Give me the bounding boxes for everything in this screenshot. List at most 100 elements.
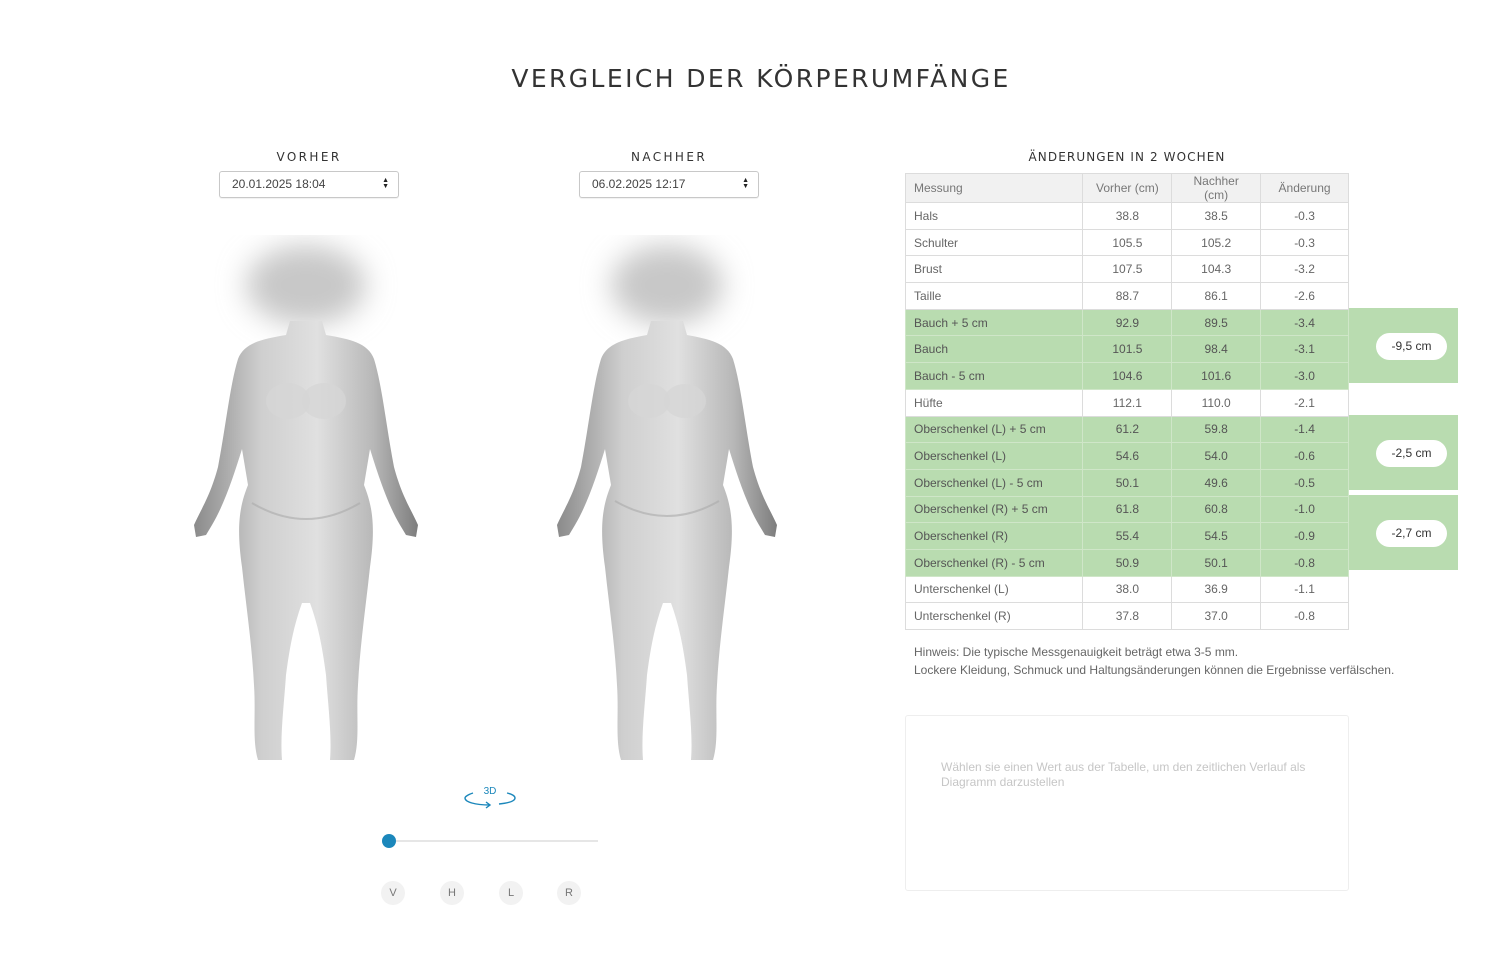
slider-thumb[interactable]	[382, 834, 396, 848]
cell-measurement[interactable]: Schulter	[904, 228, 1084, 257]
cell-measurement[interactable]: Unterschenkel (R)	[904, 602, 1084, 630]
cell-measurement[interactable]: Bauch - 5 cm	[904, 362, 1084, 390]
table-row[interactable]: Unterschenkel (L) 38.0 36.9 -1.1	[904, 575, 1349, 604]
cell-measurement[interactable]: Oberschenkel (R) + 5 cm	[904, 495, 1084, 524]
table-row[interactable]: Bauch - 5 cm 104.6 101.6 -3.0	[904, 362, 1349, 390]
cell-before[interactable]: 50.1	[1082, 468, 1173, 497]
table-row[interactable]: Bauch + 5 cm 92.9 89.5 -3.4	[904, 308, 1349, 337]
col-header-change[interactable]: Änderung	[1260, 173, 1349, 203]
table-row[interactable]: Unterschenkel (R) 37.8 37.0 -0.8	[904, 602, 1349, 630]
cell-before[interactable]: 112.1	[1082, 388, 1173, 417]
cell-change[interactable]: -0.6	[1260, 442, 1349, 470]
cell-change[interactable]: -0.8	[1260, 548, 1349, 577]
cell-measurement[interactable]: Hals	[904, 202, 1084, 230]
rotate-3d-label: 3D	[484, 786, 497, 797]
cell-change[interactable]: -2.1	[1260, 388, 1349, 417]
table-row[interactable]: Oberschenkel (L) + 5 cm 61.2 59.8 -1.4	[904, 415, 1349, 444]
cell-after[interactable]: 101.6	[1171, 362, 1262, 390]
cell-measurement[interactable]: Oberschenkel (R)	[904, 522, 1084, 550]
cell-measurement[interactable]: Oberschenkel (R) - 5 cm	[904, 548, 1084, 577]
after-body-model[interactable]	[551, 235, 783, 765]
cell-after[interactable]: 54.5	[1171, 522, 1262, 550]
view-button-front[interactable]: V	[381, 881, 405, 905]
table-row[interactable]: Brust 107.5 104.3 -3.2	[904, 255, 1349, 284]
cell-before[interactable]: 55.4	[1082, 522, 1173, 550]
cell-after[interactable]: 54.0	[1171, 442, 1262, 470]
table-row[interactable]: Oberschenkel (L) - 5 cm 50.1 49.6 -0.5	[904, 468, 1349, 497]
cell-before[interactable]: 38.0	[1082, 575, 1173, 604]
cell-measurement[interactable]: Unterschenkel (L)	[904, 575, 1084, 604]
cell-after[interactable]: 37.0	[1171, 602, 1262, 630]
cell-measurement[interactable]: Bauch + 5 cm	[904, 308, 1084, 337]
cell-before[interactable]: 107.5	[1082, 255, 1173, 284]
cell-after[interactable]: 38.5	[1171, 202, 1262, 230]
table-row[interactable]: Hüfte 112.1 110.0 -2.1	[904, 388, 1349, 417]
cell-after[interactable]: 105.2	[1171, 228, 1262, 257]
rotate-3d-icon[interactable]: 3D	[463, 783, 517, 809]
cell-change[interactable]: -0.9	[1260, 522, 1349, 550]
table-row[interactable]: Oberschenkel (R) + 5 cm 61.8 60.8 -1.0	[904, 495, 1349, 524]
cell-change[interactable]: -0.3	[1260, 202, 1349, 230]
view-button-right[interactable]: R	[557, 881, 581, 905]
after-date-select[interactable]: 06.02.2025 12:17 ▲ ▼	[579, 171, 759, 198]
cell-change[interactable]: -0.8	[1260, 602, 1349, 630]
after-column: NACHHER 06.02.2025 12:17 ▲ ▼	[579, 150, 759, 198]
cell-before[interactable]: 92.9	[1082, 308, 1173, 337]
cell-change[interactable]: -3.1	[1260, 335, 1349, 364]
cell-change[interactable]: -0.3	[1260, 228, 1349, 257]
table-row[interactable]: Oberschenkel (R) 55.4 54.5 -0.9	[904, 522, 1349, 550]
cell-before[interactable]: 105.5	[1082, 228, 1173, 257]
cell-change[interactable]: -3.0	[1260, 362, 1349, 390]
cell-measurement[interactable]: Oberschenkel (L) - 5 cm	[904, 468, 1084, 497]
view-button-back[interactable]: H	[440, 881, 464, 905]
rotation-slider[interactable]	[382, 833, 598, 849]
table-row[interactable]: Taille 88.7 86.1 -2.6	[904, 282, 1349, 310]
cell-before[interactable]: 38.8	[1082, 202, 1173, 230]
group-total-badge: -9,5 cm	[1376, 333, 1447, 360]
cell-measurement[interactable]: Oberschenkel (L) + 5 cm	[904, 415, 1084, 444]
select-arrows-icon: ▲ ▼	[382, 177, 389, 190]
cell-change[interactable]: -1.1	[1260, 575, 1349, 604]
cell-change[interactable]: -1.0	[1260, 495, 1349, 524]
cell-after[interactable]: 89.5	[1171, 308, 1262, 337]
cell-measurement[interactable]: Taille	[904, 282, 1084, 310]
cell-after[interactable]: 50.1	[1171, 548, 1262, 577]
table-row[interactable]: Bauch 101.5 98.4 -3.1	[904, 335, 1349, 364]
cell-after[interactable]: 59.8	[1171, 415, 1262, 444]
cell-change[interactable]: -3.4	[1260, 308, 1349, 337]
col-header-before[interactable]: Vorher (cm)	[1082, 173, 1173, 203]
table-row[interactable]: Oberschenkel (R) - 5 cm 50.9 50.1 -0.8	[904, 548, 1349, 577]
cell-before[interactable]: 61.2	[1082, 415, 1173, 444]
cell-change[interactable]: -1.4	[1260, 415, 1349, 444]
cell-after[interactable]: 49.6	[1171, 468, 1262, 497]
cell-after[interactable]: 98.4	[1171, 335, 1262, 364]
cell-before[interactable]: 104.6	[1082, 362, 1173, 390]
table-row[interactable]: Hals 38.8 38.5 -0.3	[904, 202, 1349, 230]
col-header-measurement[interactable]: Messung	[904, 173, 1084, 203]
cell-change[interactable]: -3.2	[1260, 255, 1349, 284]
cell-after[interactable]: 110.0	[1171, 388, 1262, 417]
cell-before[interactable]: 37.8	[1082, 602, 1173, 630]
cell-measurement[interactable]: Oberschenkel (L)	[904, 442, 1084, 470]
cell-change[interactable]: -2.6	[1260, 282, 1349, 310]
cell-before[interactable]: 61.8	[1082, 495, 1173, 524]
cell-before[interactable]: 101.5	[1082, 335, 1173, 364]
cell-after[interactable]: 104.3	[1171, 255, 1262, 284]
cell-before[interactable]: 50.9	[1082, 548, 1173, 577]
table-row[interactable]: Oberschenkel (L) 54.6 54.0 -0.6	[904, 442, 1349, 470]
cell-measurement[interactable]: Brust	[904, 255, 1084, 284]
cell-after[interactable]: 86.1	[1171, 282, 1262, 310]
cell-before[interactable]: 54.6	[1082, 442, 1173, 470]
cell-after[interactable]: 36.9	[1171, 575, 1262, 604]
before-body-model[interactable]	[190, 235, 422, 765]
cell-before[interactable]: 88.7	[1082, 282, 1173, 310]
select-arrows-icon: ▲ ▼	[742, 177, 749, 190]
cell-change[interactable]: -0.5	[1260, 468, 1349, 497]
cell-after[interactable]: 60.8	[1171, 495, 1262, 524]
col-header-after[interactable]: Nachher (cm)	[1171, 173, 1262, 203]
cell-measurement[interactable]: Bauch	[904, 335, 1084, 364]
view-button-left[interactable]: L	[499, 881, 523, 905]
before-date-select[interactable]: 20.01.2025 18:04 ▲ ▼	[219, 171, 399, 198]
cell-measurement[interactable]: Hüfte	[904, 388, 1084, 417]
table-row[interactable]: Schulter 105.5 105.2 -0.3	[904, 228, 1349, 257]
